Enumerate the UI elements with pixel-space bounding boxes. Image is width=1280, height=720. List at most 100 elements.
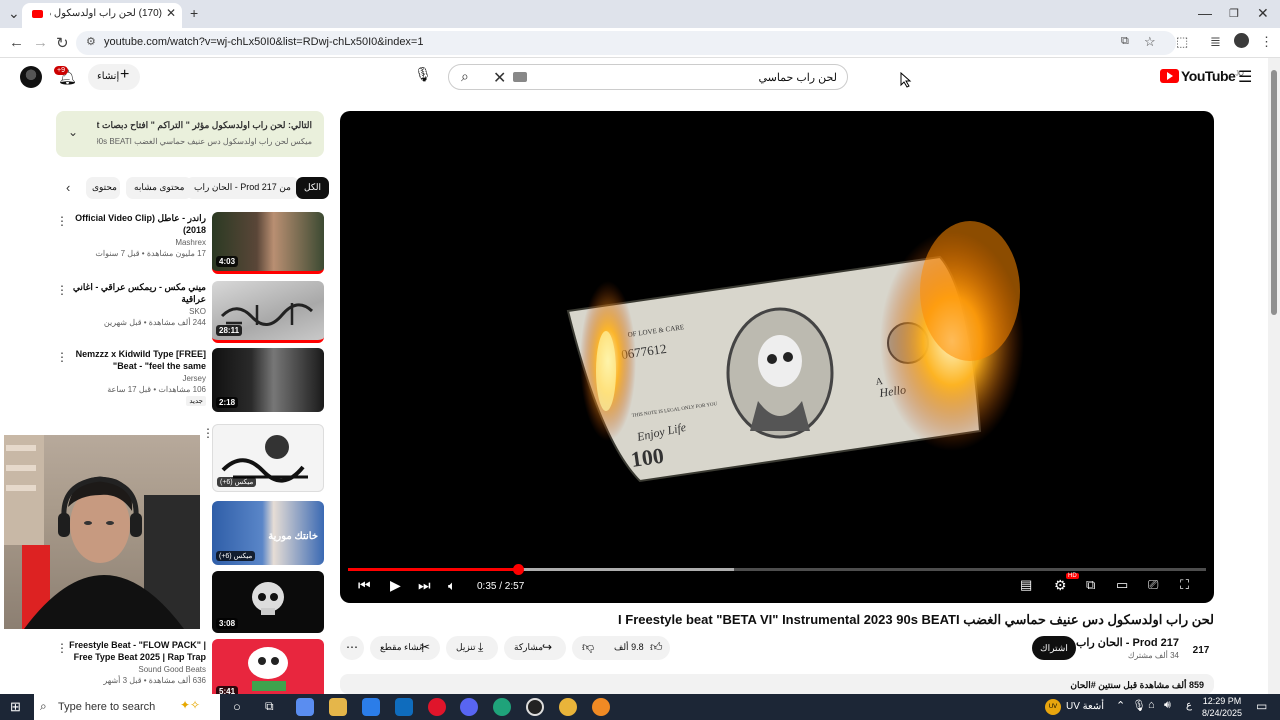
bookmark-star-icon[interactable]: ☆ xyxy=(1144,34,1156,50)
edge-icon[interactable] xyxy=(493,698,511,716)
video-thumbnail[interactable]: 5:41 xyxy=(212,639,324,694)
more-actions-icon[interactable]: ⋮ xyxy=(56,214,68,228)
video-thumbnail[interactable]: 3:08 xyxy=(212,571,324,633)
cast-icon[interactable]: ⎚ xyxy=(1148,577,1158,593)
more-actions-icon[interactable]: ⋮ xyxy=(56,283,68,297)
voice-search-mic-icon[interactable]: 🎙︎ xyxy=(412,66,434,88)
chevron-down-icon[interactable]: ⌄ xyxy=(68,125,78,139)
input-language[interactable]: ع xyxy=(1186,700,1192,711)
video-title[interactable]: ميني مكس - ريمكس عراقي - اغاني عراقية xyxy=(66,281,206,305)
youtube-logo[interactable]: YouTubeJO xyxy=(1160,68,1244,84)
create-button[interactable]: إنشاء + xyxy=(88,64,140,90)
channel-avatar[interactable]: 217 xyxy=(1188,638,1214,664)
account-avatar[interactable] xyxy=(20,66,42,88)
mix-thumbnail[interactable]: (+6) ميكس xyxy=(212,424,324,492)
more-actions-icon[interactable]: ⋮ xyxy=(56,641,68,655)
close-tab-icon[interactable]: ✕ xyxy=(166,6,176,20)
weather-uv-icon[interactable]: UV xyxy=(1045,699,1061,715)
more-actions-icon[interactable]: ⋮ xyxy=(202,426,214,440)
tab-list-chevron-icon[interactable]: ⌄ xyxy=(8,5,20,22)
volume-icon[interactable]: 🔈︎ xyxy=(448,578,456,594)
settings-gear-icon[interactable]: ⚙ xyxy=(1054,577,1067,594)
chip-more[interactable]: محتوى xyxy=(86,177,120,199)
channel-name[interactable]: Jersey xyxy=(66,374,206,383)
list-item[interactable]: 2:18 [FREE] Nemzzz x Kidwild Type Beat -… xyxy=(56,348,324,412)
file-explorer-icon[interactable] xyxy=(329,698,347,716)
discord-icon[interactable] xyxy=(460,698,478,716)
window-close-icon[interactable]: ✕ xyxy=(1257,5,1269,22)
profile-avatar[interactable] xyxy=(1234,33,1249,48)
list-item[interactable]: 4:03 راندر - عاطل (Official Video Clip 2… xyxy=(56,212,324,274)
video-thumbnail[interactable]: 28:11 xyxy=(212,281,324,343)
channel-name[interactable]: Sound Good Beats xyxy=(66,665,206,674)
chrome-icon[interactable] xyxy=(559,698,577,716)
subscribe-button[interactable]: اشتراك xyxy=(1032,636,1076,660)
more-actions-icon[interactable]: ⋮ xyxy=(56,350,68,364)
up-next-panel[interactable]: ⌄ التالي: لحن راب اولدسكول مؤثر " التراك… xyxy=(56,111,324,157)
progress-bar[interactable] xyxy=(348,564,1206,575)
guide-menu-icon[interactable]: ☰ xyxy=(1238,67,1252,87)
copilot-icon[interactable] xyxy=(296,698,314,716)
channel-name[interactable]: Mashrex xyxy=(66,238,206,247)
chips-scroll-left-icon[interactable]: ‹ xyxy=(66,180,70,195)
network-icon[interactable]: ⌂ xyxy=(1148,699,1155,711)
video-title[interactable]: Freestyle Beat - "FLOW PACK" | Free Type… xyxy=(66,639,206,663)
browser-menu-icon[interactable]: ⋮ xyxy=(1260,34,1273,50)
search-icon[interactable]: ⌕ xyxy=(461,68,469,85)
description-box[interactable]: 859 ألف مشاهدة قبل سنتين #الحان xyxy=(340,674,1214,694)
extensions-icon[interactable]: ⬚ xyxy=(1176,34,1188,50)
previous-icon[interactable]: ⏮ xyxy=(358,577,371,594)
volume-tray-icon[interactable]: 🔊︎ xyxy=(1164,699,1171,712)
back-icon[interactable]: ← xyxy=(9,34,24,51)
captions-icon[interactable]: ▤ xyxy=(1020,577,1032,593)
theater-mode-icon[interactable]: ▭ xyxy=(1116,577,1128,593)
dislike-thumb-icon[interactable]: 👎︎ xyxy=(582,640,594,655)
video-player[interactable]: 0677612 OF LOVE & CARE THIS NOTE IS LEGA… xyxy=(340,111,1214,603)
tray-chevron-icon[interactable]: ⌃ xyxy=(1116,699,1125,712)
fullscreen-icon[interactable]: ⛶ xyxy=(1180,577,1189,593)
search-input[interactable]: لحن راب حماسي xyxy=(758,71,837,84)
scrollbar-thumb[interactable] xyxy=(1271,70,1277,315)
channel-name-link[interactable]: 217 Prod - الحان راب xyxy=(1076,636,1179,649)
list-item[interactable]: 28:11 ميني مكس - ريمكس عراقي - اغاني عرا… xyxy=(56,281,324,343)
restore-icon[interactable]: ❐ xyxy=(1229,7,1239,20)
notification-center-icon[interactable]: ▭ xyxy=(1256,699,1267,713)
next-icon[interactable]: ⏭ xyxy=(418,577,431,594)
page-scrollbar[interactable] xyxy=(1268,58,1280,694)
obs-icon[interactable] xyxy=(526,698,544,716)
play-icon[interactable]: ▶ xyxy=(390,577,401,594)
download-button[interactable]: ⤓ تنزيل xyxy=(446,636,498,660)
windows-start-icon[interactable]: ⊞ xyxy=(10,699,21,715)
cortana-icon[interactable]: ○ xyxy=(233,699,241,714)
forward-icon[interactable]: → xyxy=(33,34,48,51)
task-view-icon[interactable]: ⧉ xyxy=(265,699,274,714)
system-clock[interactable]: 12:29 PM 8/24/2025 xyxy=(1202,695,1242,719)
keyboard-icon[interactable] xyxy=(513,72,527,82)
browser-app-icon[interactable] xyxy=(592,698,610,716)
video-thumbnail[interactable]: 4:03 xyxy=(212,212,324,274)
more-actions-button[interactable]: ⋯ xyxy=(340,636,364,660)
reload-icon[interactable]: ↻ xyxy=(56,34,69,52)
microphone-tray-icon[interactable]: 🎙︎ xyxy=(1132,699,1146,712)
like-thumb-icon[interactable]: 👍︎ xyxy=(650,640,663,655)
browser-tab[interactable]: (170) لحن راب اولدسكول دس عنيف ✕ xyxy=(22,3,182,28)
chip-related[interactable]: محتوى مشابه xyxy=(126,177,193,199)
new-tab-icon[interactable]: + xyxy=(190,5,198,21)
chip-from-channel[interactable]: من 217 Prod - الحان راب xyxy=(186,177,299,199)
omnibox[interactable]: ⚙ youtube.com/watch?v=wj-chLx50I0&list=R… xyxy=(76,31,1176,55)
miniplayer-icon[interactable]: ⧉ xyxy=(1086,577,1095,593)
weather-text[interactable]: أشعة UV xyxy=(1066,701,1104,712)
list-item[interactable]: 5:41 Freestyle Beat - "FLOW PACK" | Free… xyxy=(56,639,324,694)
video-title[interactable]: [FREE] Nemzzz x Kidwild Type Beat - "fee… xyxy=(66,348,206,372)
chip-all[interactable]: الكل xyxy=(296,177,330,199)
minimize-icon[interactable]: — xyxy=(1198,5,1212,21)
video-thumbnail[interactable]: 2:18 xyxy=(212,348,324,412)
clear-search-icon[interactable]: ✕ xyxy=(493,68,506,88)
share-button[interactable]: ↪ مشاركة xyxy=(504,636,566,660)
like-count[interactable]: 9.8 ألف xyxy=(614,642,644,653)
clip-button[interactable]: ✂ إنشاء مقطع xyxy=(370,636,440,660)
install-app-icon[interactable]: ⧉ xyxy=(1121,35,1129,48)
video-title[interactable]: راندر - عاطل (Official Video Clip 2018) xyxy=(66,212,206,236)
taskbar-search-box[interactable]: ⌕ Type here to search ✦✧ xyxy=(34,694,220,720)
scrubber-handle[interactable] xyxy=(512,564,524,575)
